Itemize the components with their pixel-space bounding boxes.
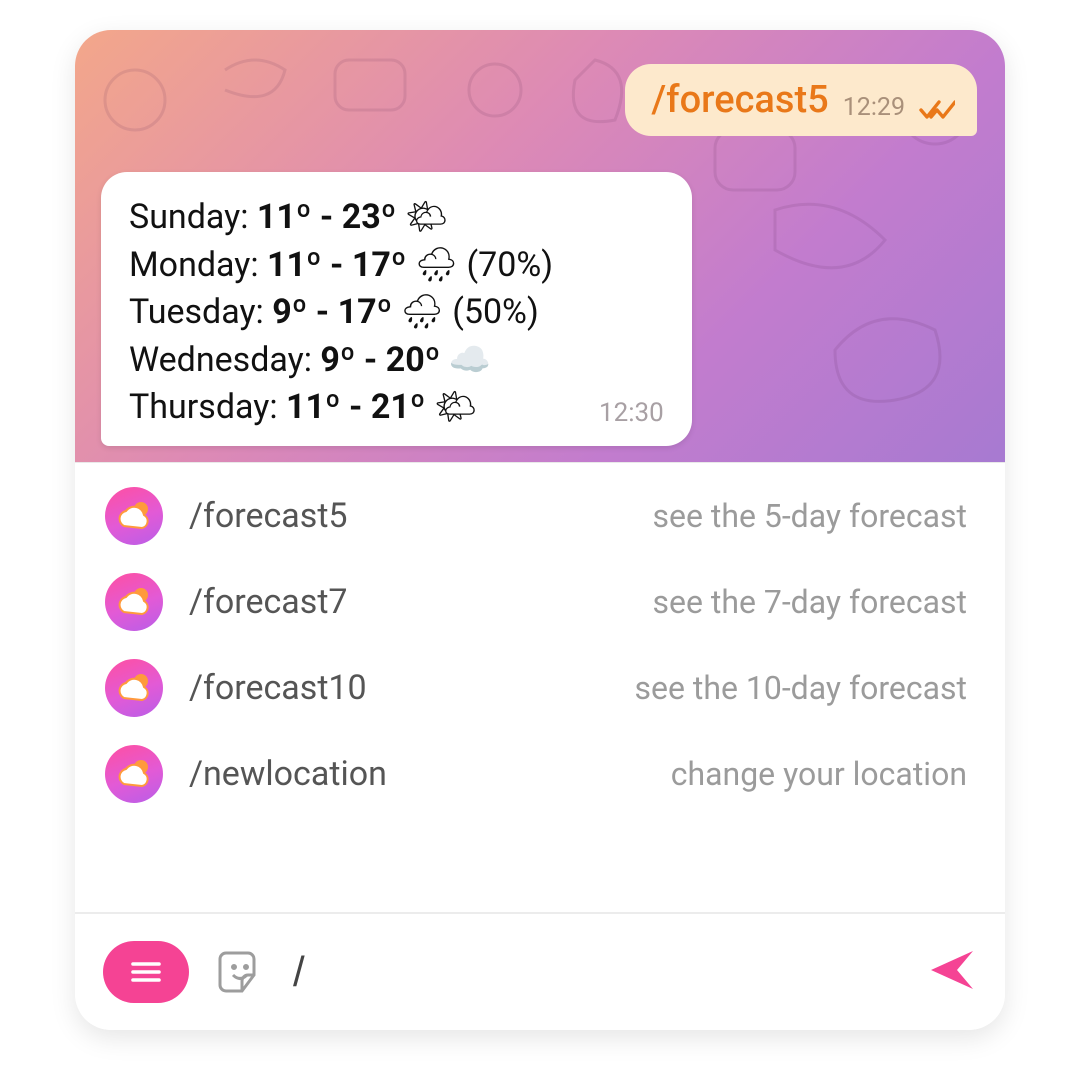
sticker-button[interactable] (213, 944, 269, 1000)
command-row[interactable]: /forecast10 see the 10-day forecast (75, 645, 1005, 731)
command-name: /newlocation (189, 754, 469, 794)
bot-avatar-icon (105, 659, 163, 717)
bot-avatar-icon (105, 487, 163, 545)
forecast-line: Monday: 11º - 17º 🌧 (70%) (129, 242, 664, 290)
command-name: /forecast10 (189, 668, 469, 708)
forecast-line: Sunday: 11º - 23º 🌤 (129, 194, 664, 242)
command-description: see the 10-day forecast (495, 669, 975, 707)
outgoing-message[interactable]: /forecast5 12:29 (625, 64, 977, 136)
forecast-body: Sunday: 11º - 23º 🌤Monday: 11º - 17º 🌧 (… (129, 194, 664, 432)
command-row[interactable]: /newlocation change your location (75, 731, 1005, 817)
command-description: see the 7-day forecast (495, 583, 975, 621)
outgoing-text: /forecast5 (651, 78, 828, 122)
command-row[interactable]: /forecast5 see the 5-day forecast (75, 473, 1005, 559)
incoming-message[interactable]: Sunday: 11º - 23º 🌤Monday: 11º - 17º 🌧 (… (101, 172, 692, 446)
command-description: see the 5-day forecast (495, 497, 975, 535)
bot-avatar-icon (105, 745, 163, 803)
chat-window: /forecast5 12:29 Sunday: 11º - 23º 🌤Mond… (75, 30, 1005, 1030)
read-checks-icon (919, 98, 955, 122)
command-name: /forecast5 (189, 496, 469, 536)
command-name: /forecast7 (189, 582, 469, 622)
bot-avatar-icon (105, 573, 163, 631)
input-bar (75, 912, 1005, 1030)
forecast-line: Wednesday: 9º - 20º ☁️ (129, 337, 664, 385)
command-suggestions: /forecast5 see the 5-day forecast/forecas… (75, 462, 1005, 912)
send-button[interactable] (927, 945, 977, 999)
message-input[interactable] (293, 942, 903, 1002)
chat-background: /forecast5 12:29 Sunday: 11º - 23º 🌤Mond… (75, 30, 1005, 462)
command-description: change your location (495, 755, 975, 793)
command-row[interactable]: /forecast7 see the 7-day forecast (75, 559, 1005, 645)
forecast-line: Tuesday: 9º - 17º 🌧 (50%) (129, 289, 664, 337)
outgoing-time: 12:29 (843, 93, 905, 122)
commands-menu-button[interactable] (103, 941, 189, 1003)
